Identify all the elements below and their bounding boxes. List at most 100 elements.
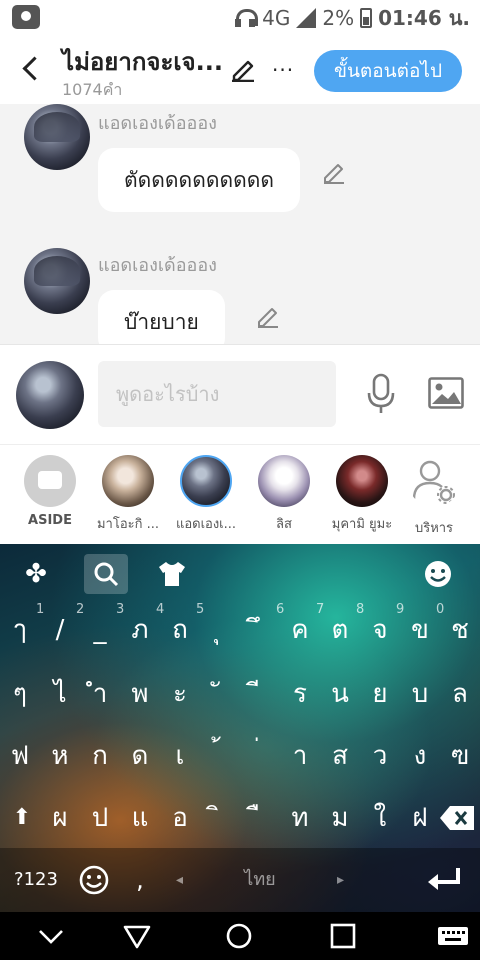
key[interactable]: พ xyxy=(120,672,160,716)
key[interactable]: ผ xyxy=(40,796,80,840)
key[interactable]: ๅ xyxy=(0,608,40,652)
comma-key[interactable]: , xyxy=(128,862,152,898)
key[interactable]: _ xyxy=(80,608,120,652)
key[interactable]: ข xyxy=(400,608,440,652)
key[interactable]: เ xyxy=(160,734,200,778)
edit-title-icon[interactable] xyxy=(230,56,256,82)
message-input[interactable] xyxy=(98,361,336,427)
key[interactable]: ้ xyxy=(200,734,240,778)
character-avatar xyxy=(258,455,310,507)
key[interactable]: ช xyxy=(440,608,480,652)
character-label: ASIDE xyxy=(28,513,72,528)
manage-characters[interactable]: บริหาร xyxy=(392,455,476,538)
soft-keyboard: ✤ ๅ/_ภถุึคตจขช 1 2 3 4 5 6 7 8 9 0 ๆไำพะัีรนยบล ฟห… xyxy=(0,544,480,912)
key[interactable]: า xyxy=(280,734,320,778)
key[interactable]: ำ xyxy=(80,672,120,716)
key[interactable]: ด xyxy=(120,734,160,778)
key[interactable]: ห xyxy=(40,734,80,778)
sender-avatar[interactable] xyxy=(24,104,90,170)
hide-keyboard-icon[interactable] xyxy=(36,922,66,950)
key[interactable]: ะ xyxy=(160,672,200,716)
microphone-icon[interactable] xyxy=(366,373,396,415)
key[interactable]: ว xyxy=(360,734,400,778)
signal-icon xyxy=(296,8,317,28)
key[interactable]: ค xyxy=(280,608,320,652)
key[interactable]: ร xyxy=(280,672,320,716)
character-item[interactable]: มาโอะกิ ... xyxy=(86,455,170,534)
back-icon[interactable] xyxy=(22,56,40,82)
shift-key[interactable]: ⬆ xyxy=(2,796,42,840)
key[interactable]: ภ xyxy=(120,608,160,652)
key[interactable]: ึ xyxy=(240,608,280,652)
key[interactable]: ๆ xyxy=(0,672,40,716)
key[interactable]: ต xyxy=(320,608,360,652)
keyboard-row-4: ⬆ ผปแอิืทมใฝ xyxy=(0,790,480,848)
search-icon[interactable] xyxy=(84,554,128,594)
character-item-selected[interactable]: แอดเองเ... xyxy=(164,455,248,534)
key[interactable]: อ xyxy=(160,796,200,840)
battery-icon xyxy=(360,8,373,28)
character-aside[interactable]: ASIDE xyxy=(8,455,92,528)
number-hint: 2 xyxy=(76,602,85,617)
key[interactable]: ส xyxy=(320,734,360,778)
character-avatar xyxy=(336,455,388,507)
image-icon[interactable] xyxy=(428,377,464,409)
key[interactable]: บ xyxy=(400,672,440,716)
key[interactable]: ฃ xyxy=(440,734,480,778)
key[interactable]: ฝ xyxy=(400,796,440,840)
chat-area: แอดเองเด้อออง ตัดดดดดดดดดด แอดเองเด้อออง… xyxy=(0,104,480,344)
backspace-icon[interactable] xyxy=(438,804,476,832)
recents-nav-icon[interactable] xyxy=(328,922,358,950)
key[interactable]: ่ xyxy=(240,734,280,778)
key[interactable]: ง xyxy=(400,734,440,778)
sender-avatar[interactable] xyxy=(24,248,90,314)
key[interactable]: น xyxy=(320,672,360,716)
key[interactable]: ิ xyxy=(200,796,240,840)
apps-icon[interactable]: ✤ xyxy=(14,554,58,594)
key[interactable]: ท xyxy=(280,796,320,840)
enter-icon[interactable] xyxy=(424,866,464,896)
message-bubble[interactable]: ตัดดดดดดดดดด xyxy=(98,148,301,212)
number-hint: 4 xyxy=(156,602,165,617)
emoji-settings-icon[interactable] xyxy=(416,554,460,594)
more-options-icon[interactable]: ··· xyxy=(272,58,294,82)
key[interactable]: ั xyxy=(200,672,240,716)
current-character-avatar[interactable] xyxy=(16,361,84,429)
key[interactable]: ก xyxy=(80,734,120,778)
home-nav-icon[interactable] xyxy=(224,922,254,950)
key[interactable]: ม xyxy=(320,796,360,840)
edit-message-icon[interactable] xyxy=(322,160,346,184)
key[interactable]: แ xyxy=(120,796,160,840)
number-hint: 9 xyxy=(396,602,405,617)
key[interactable]: / xyxy=(40,608,80,652)
app-notification-icon xyxy=(12,5,40,29)
keyboard-row-2: ๆไำพะัีรนยบล xyxy=(0,666,480,724)
number-hint: 6 xyxy=(276,602,285,617)
emoji-key[interactable] xyxy=(74,862,114,898)
navigation-bar xyxy=(0,912,480,960)
character-item[interactable]: ลิส xyxy=(242,455,326,534)
space-bar[interactable]: ◂ ไทย ▸ xyxy=(170,862,350,898)
character-avatar xyxy=(180,455,232,507)
key[interactable]: ล xyxy=(440,672,480,716)
key[interactable]: ใ xyxy=(360,796,400,840)
theme-shirt-icon[interactable] xyxy=(150,554,194,594)
key[interactable]: ุ xyxy=(200,608,240,652)
key[interactable]: ถ xyxy=(160,608,200,652)
message-bubble[interactable]: บ๊ายบาย xyxy=(98,290,225,344)
keyboard-switch-icon[interactable] xyxy=(436,922,470,950)
key[interactable]: จ xyxy=(360,608,400,652)
key[interactable]: ป xyxy=(80,796,120,840)
next-step-button[interactable]: ขั้นตอนต่อไป xyxy=(314,50,462,92)
compose-bar xyxy=(0,344,480,444)
key[interactable]: ไ xyxy=(40,672,80,716)
chevron-left-icon: ◂ xyxy=(176,872,184,888)
key[interactable]: ฟ xyxy=(0,734,40,778)
chevron-right-icon: ▸ xyxy=(336,872,344,888)
back-nav-icon[interactable] xyxy=(122,922,152,950)
symbols-key[interactable]: ?123 xyxy=(8,862,64,898)
edit-message-icon[interactable] xyxy=(256,304,280,328)
key[interactable]: ี xyxy=(240,672,280,716)
key[interactable]: ื xyxy=(240,796,280,840)
key[interactable]: ย xyxy=(360,672,400,716)
